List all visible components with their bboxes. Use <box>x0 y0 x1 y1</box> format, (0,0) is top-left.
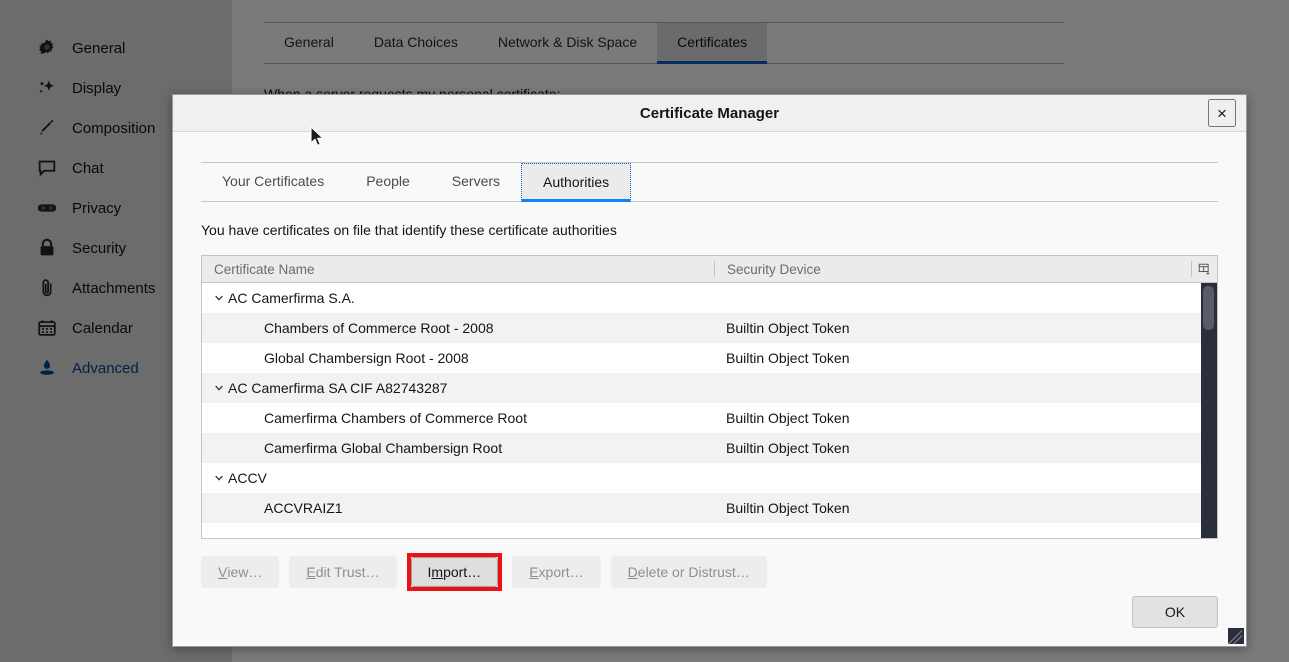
tab-label: Your Certificates <box>222 173 324 189</box>
column-header-certificate-name[interactable]: Certificate Name <box>202 262 714 277</box>
certificate-tree[interactable]: Certificate Name Security Device AC Came… <box>201 255 1218 539</box>
certificate-name-label: Camerfirma Global Chambersign Root <box>228 440 502 456</box>
close-icon[interactable]: × <box>1208 99 1236 127</box>
certificate-description: You have certificates on file that ident… <box>201 222 1218 238</box>
tree-vertical-scrollbar[interactable] <box>1201 283 1217 538</box>
certificate-name-label: AC Camerfirma SA CIF A82743287 <box>228 380 447 396</box>
cell-certificate-name: Global Chambersign Root - 2008 <box>202 350 714 366</box>
import-button[interactable]: Import… <box>411 557 499 587</box>
resize-grip[interactable] <box>1228 628 1244 644</box>
cell-certificate-name: Camerfirma Chambers of Commerce Root <box>202 410 714 426</box>
certificate-action-buttons: View… Edit Trust… Import… Export… Delete… <box>201 553 1218 591</box>
table-row[interactable]: Chambers of Commerce Root - 2008 Builtin … <box>202 313 1217 343</box>
dialog-body: Your Certificates People Servers Authori… <box>173 132 1246 646</box>
certificate-name-label: Camerfirma Chambers of Commerce Root <box>228 410 527 426</box>
tab-label: Authorities <box>543 174 609 190</box>
certificate-name-label: Global Chambersign Root - 2008 <box>228 350 469 366</box>
tree-rows: AC Camerfirma S.A. Chambers of Commerce R… <box>202 283 1217 538</box>
cell-certificate-name: ACCV <box>202 470 714 486</box>
chevron-down-icon[interactable] <box>210 473 228 483</box>
import-button-accesskey: m <box>431 564 443 580</box>
delete-button-label: elete or Distrust… <box>638 564 750 580</box>
table-row[interactable]: Camerfirma Global Chambersign Root Builti… <box>202 433 1217 463</box>
certificate-manager-dialog: Certificate Manager × Your Certificates … <box>172 94 1247 647</box>
cell-certificate-name: AC Camerfirma SA CIF A82743287 <box>202 380 714 396</box>
cell-certificate-name: ACCVRAIZ1 <box>202 500 714 516</box>
table-row[interactable]: ACCV <box>202 463 1217 493</box>
column-picker-icon[interactable] <box>1191 261 1217 277</box>
table-row[interactable]: AC Camerfirma S.A. <box>202 283 1217 313</box>
cell-certificate-name: Chambers of Commerce Root - 2008 <box>202 320 714 336</box>
cell-security-device: Builtin Object Token <box>714 440 1217 456</box>
certificate-name-label: AC Camerfirma S.A. <box>228 290 355 306</box>
view-button-label: iew… <box>227 564 262 580</box>
delete-or-distrust-button[interactable]: Delete or Distrust… <box>611 556 767 588</box>
chevron-down-icon[interactable] <box>210 293 228 303</box>
dialog-title: Certificate Manager <box>173 105 1246 122</box>
chevron-down-icon[interactable] <box>210 383 228 393</box>
table-row[interactable]: Global Chambersign Root - 2008 Builtin Ob… <box>202 343 1217 373</box>
import-button-highlight: Import… <box>407 553 503 591</box>
view-button[interactable]: View… <box>201 556 279 588</box>
table-row[interactable]: ACCVRAIZ1 Builtin Object Token <box>202 493 1217 523</box>
certificate-tabstrip: Your Certificates People Servers Authori… <box>201 162 1218 202</box>
column-header-security-device[interactable]: Security Device <box>714 261 1191 277</box>
tab-label: People <box>366 173 410 189</box>
edit-trust-button[interactable]: Edit Trust… <box>289 556 396 588</box>
edit-trust-button-accesskey: E <box>306 564 315 580</box>
dialog-footer: OK <box>1132 596 1218 628</box>
tab-your-certificates[interactable]: Your Certificates <box>201 163 345 202</box>
cell-certificate-name: Camerfirma Global Chambersign Root <box>202 440 714 456</box>
ok-button[interactable]: OK <box>1132 596 1218 628</box>
edit-trust-button-label: dit Trust… <box>316 564 380 580</box>
scrollbar-thumb[interactable] <box>1203 286 1214 330</box>
table-row[interactable]: Camerfirma Chambers of Commerce Root Buil… <box>202 403 1217 433</box>
cell-security-device: Builtin Object Token <box>714 350 1217 366</box>
cell-certificate-name: AC Camerfirma S.A. <box>202 290 714 306</box>
tab-authorities[interactable]: Authorities <box>521 163 631 202</box>
export-button-accesskey: E <box>529 564 538 580</box>
cell-security-device: Builtin Object Token <box>714 500 1217 516</box>
cell-security-device: Builtin Object Token <box>714 410 1217 426</box>
export-button-label: xport… <box>539 564 584 580</box>
certificate-name-label: ACCVRAIZ1 <box>228 500 343 516</box>
cell-security-device: Builtin Object Token <box>714 320 1217 336</box>
tab-servers[interactable]: Servers <box>431 163 521 202</box>
delete-button-accesskey: D <box>628 564 638 580</box>
certificate-name-label: ACCV <box>228 470 267 486</box>
view-button-accesskey: V <box>218 564 227 580</box>
export-button[interactable]: Export… <box>512 556 600 588</box>
dialog-titlebar: Certificate Manager × <box>173 95 1246 132</box>
certificate-name-label: Chambers of Commerce Root - 2008 <box>228 320 494 336</box>
import-button-label: port… <box>443 564 481 580</box>
tab-people[interactable]: People <box>345 163 431 202</box>
table-row[interactable]: AC Camerfirma SA CIF A82743287 <box>202 373 1217 403</box>
tree-header: Certificate Name Security Device <box>202 256 1217 283</box>
tab-label: Servers <box>452 173 500 189</box>
